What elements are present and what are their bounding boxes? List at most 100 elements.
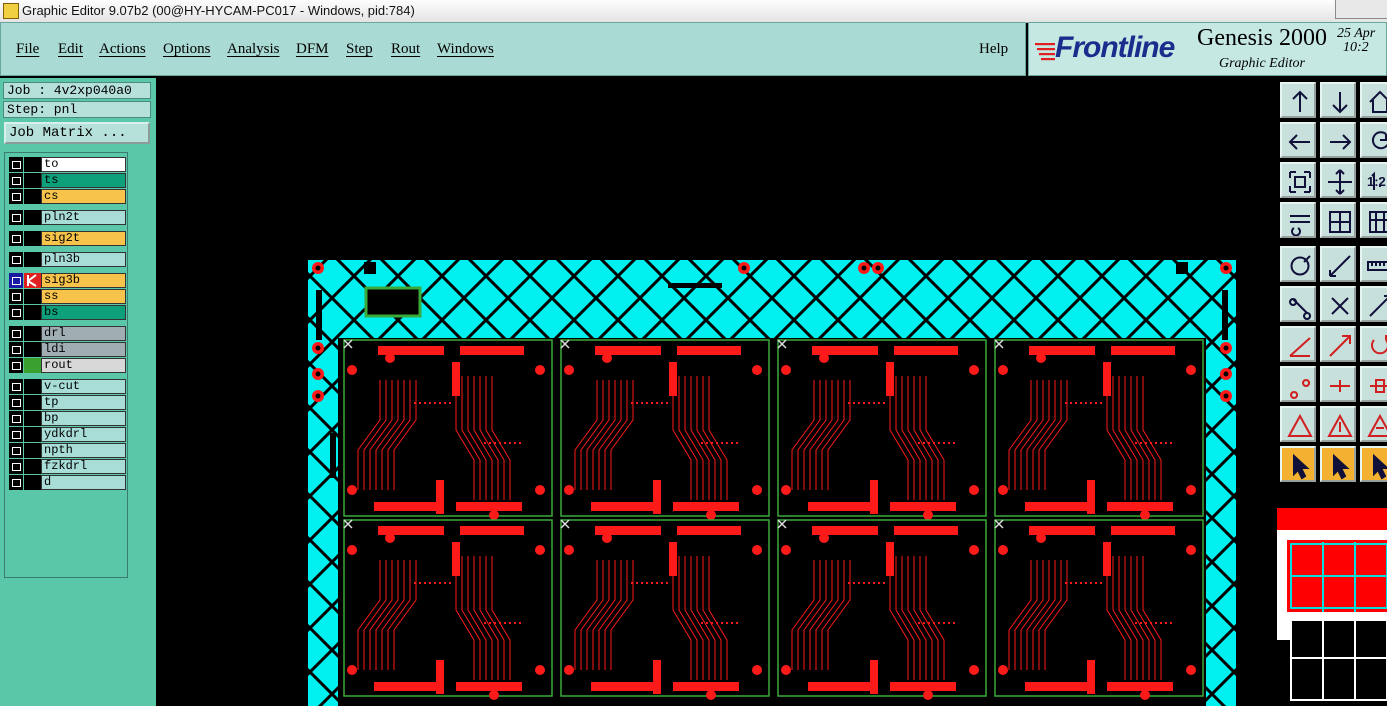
layer-checkbox[interactable] — [9, 157, 23, 172]
layer-checkbox[interactable] — [9, 459, 23, 474]
layer-name[interactable]: ts — [41, 173, 126, 188]
tool-button[interactable] — [1360, 246, 1387, 282]
tool-button[interactable] — [1360, 202, 1387, 238]
layer-checkbox[interactable] — [9, 305, 23, 320]
layer-row[interactable]: bp — [8, 411, 126, 426]
layer-row[interactable]: tp — [8, 395, 126, 410]
layer-name[interactable]: ss — [41, 289, 126, 304]
tool-button[interactable] — [1280, 446, 1316, 482]
tool-button[interactable] — [1360, 326, 1387, 362]
layer-name[interactable]: to — [41, 157, 126, 172]
tool-button[interactable] — [1360, 122, 1387, 158]
layer-row[interactable]: ts — [8, 173, 126, 188]
layer-row[interactable]: to — [8, 157, 126, 172]
layer-checkbox[interactable] — [9, 379, 23, 394]
tool-button[interactable] — [1320, 286, 1356, 322]
tool-button[interactable] — [1360, 366, 1387, 402]
layer-row[interactable]: bs — [8, 305, 126, 320]
menu-edit[interactable]: Edit — [58, 41, 83, 58]
layer-checkbox[interactable] — [9, 231, 23, 246]
tool-button[interactable] — [1280, 326, 1316, 362]
menu-actions[interactable]: Actions — [99, 41, 146, 58]
tool-button[interactable] — [1360, 82, 1387, 118]
layer-row[interactable]: rout — [8, 358, 126, 373]
tool-button[interactable] — [1360, 446, 1387, 482]
layer-checkbox[interactable] — [9, 173, 23, 188]
overview-map[interactable] — [1277, 508, 1387, 706]
job-matrix-button[interactable]: Job Matrix ... — [4, 122, 150, 144]
graphics-canvas[interactable] — [156, 78, 1277, 706]
tool-button[interactable] — [1320, 162, 1356, 198]
layer-name[interactable]: cs — [41, 189, 126, 204]
tool-button[interactable] — [1280, 406, 1316, 442]
layer-checkbox[interactable] — [9, 326, 23, 341]
menu-step[interactable]: Step — [346, 41, 373, 58]
tool-button[interactable] — [1280, 162, 1316, 198]
layer-name[interactable]: pln2t — [41, 210, 126, 225]
layer-name[interactable]: bp — [41, 411, 126, 426]
tool-button[interactable] — [1280, 246, 1316, 282]
tool-button[interactable] — [1320, 366, 1356, 402]
layer-checkbox[interactable] — [9, 273, 23, 288]
tool-button[interactable] — [1320, 82, 1356, 118]
layer-checkbox[interactable] — [9, 289, 23, 304]
tool-button[interactable] — [1360, 406, 1387, 442]
window-controls[interactable] — [1335, 0, 1387, 19]
layer-name[interactable]: fzkdrl — [41, 459, 126, 474]
tool-button[interactable] — [1280, 202, 1316, 238]
layer-row[interactable]: ydkdrl — [8, 427, 126, 442]
tool-button[interactable] — [1320, 406, 1356, 442]
layer-row[interactable]: ldi — [8, 342, 126, 357]
layer-row[interactable]: pln3b — [8, 252, 126, 267]
layer-checkbox[interactable] — [9, 395, 23, 410]
layer-checkbox[interactable] — [9, 189, 23, 204]
layer-name[interactable]: v-cut — [41, 379, 126, 394]
tool-button[interactable] — [1280, 286, 1316, 322]
layer-checkbox[interactable] — [9, 427, 23, 442]
tool-button[interactable] — [1320, 326, 1356, 362]
menu-file[interactable]: File — [16, 41, 39, 58]
layer-checkbox[interactable] — [9, 475, 23, 490]
layer-checkbox[interactable] — [9, 342, 23, 357]
tool-button[interactable] — [1280, 122, 1316, 158]
menu-windows[interactable]: Windows — [437, 41, 494, 58]
menu-analysis[interactable]: Analysis — [227, 41, 280, 58]
layer-row[interactable]: fzkdrl — [8, 459, 126, 474]
pcb-panel-view[interactable] — [156, 78, 1277, 706]
layer-checkbox[interactable] — [9, 252, 23, 267]
layer-row[interactable]: d — [8, 475, 126, 490]
tool-button[interactable] — [1280, 366, 1316, 402]
layer-name[interactable]: sig3b — [41, 273, 126, 288]
layer-name[interactable]: sig2t — [41, 231, 126, 246]
layer-checkbox[interactable] — [9, 443, 23, 458]
layer-name[interactable]: ldi — [41, 342, 126, 357]
layer-row[interactable]: ss — [8, 289, 126, 304]
layer-name[interactable]: bs — [41, 305, 126, 320]
layer-name[interactable]: drl — [41, 326, 126, 341]
tool-button[interactable] — [1320, 122, 1356, 158]
layer-name[interactable]: d — [41, 475, 126, 490]
tool-button[interactable] — [1360, 286, 1387, 322]
layer-name[interactable]: pln3b — [41, 252, 126, 267]
layer-checkbox[interactable] — [9, 411, 23, 426]
layer-row[interactable]: npth — [8, 443, 126, 458]
layer-checkbox[interactable] — [9, 358, 23, 373]
layer-row[interactable]: pln2t — [8, 210, 126, 225]
layer-name[interactable]: tp — [41, 395, 126, 410]
layer-row[interactable]: cs — [8, 189, 126, 204]
menu-dfm[interactable]: DFM — [296, 41, 329, 58]
tool-button[interactable] — [1320, 446, 1356, 482]
tool-button[interactable] — [1320, 202, 1356, 238]
menu-rout[interactable]: Rout — [391, 41, 420, 58]
menu-options[interactable]: Options — [163, 41, 211, 58]
layer-row[interactable]: v-cut — [8, 379, 126, 394]
layer-name[interactable]: npth — [41, 443, 126, 458]
layer-row[interactable]: drl — [8, 326, 126, 341]
layer-row[interactable]: sig2t — [8, 231, 126, 246]
layer-row-active[interactable]: sig3b — [8, 273, 126, 288]
layer-checkbox[interactable] — [9, 210, 23, 225]
tool-button[interactable] — [1320, 246, 1356, 282]
layer-name[interactable]: ydkdrl — [41, 427, 126, 442]
menu-help[interactable]: Help — [979, 41, 1008, 58]
tool-button[interactable] — [1280, 82, 1316, 118]
